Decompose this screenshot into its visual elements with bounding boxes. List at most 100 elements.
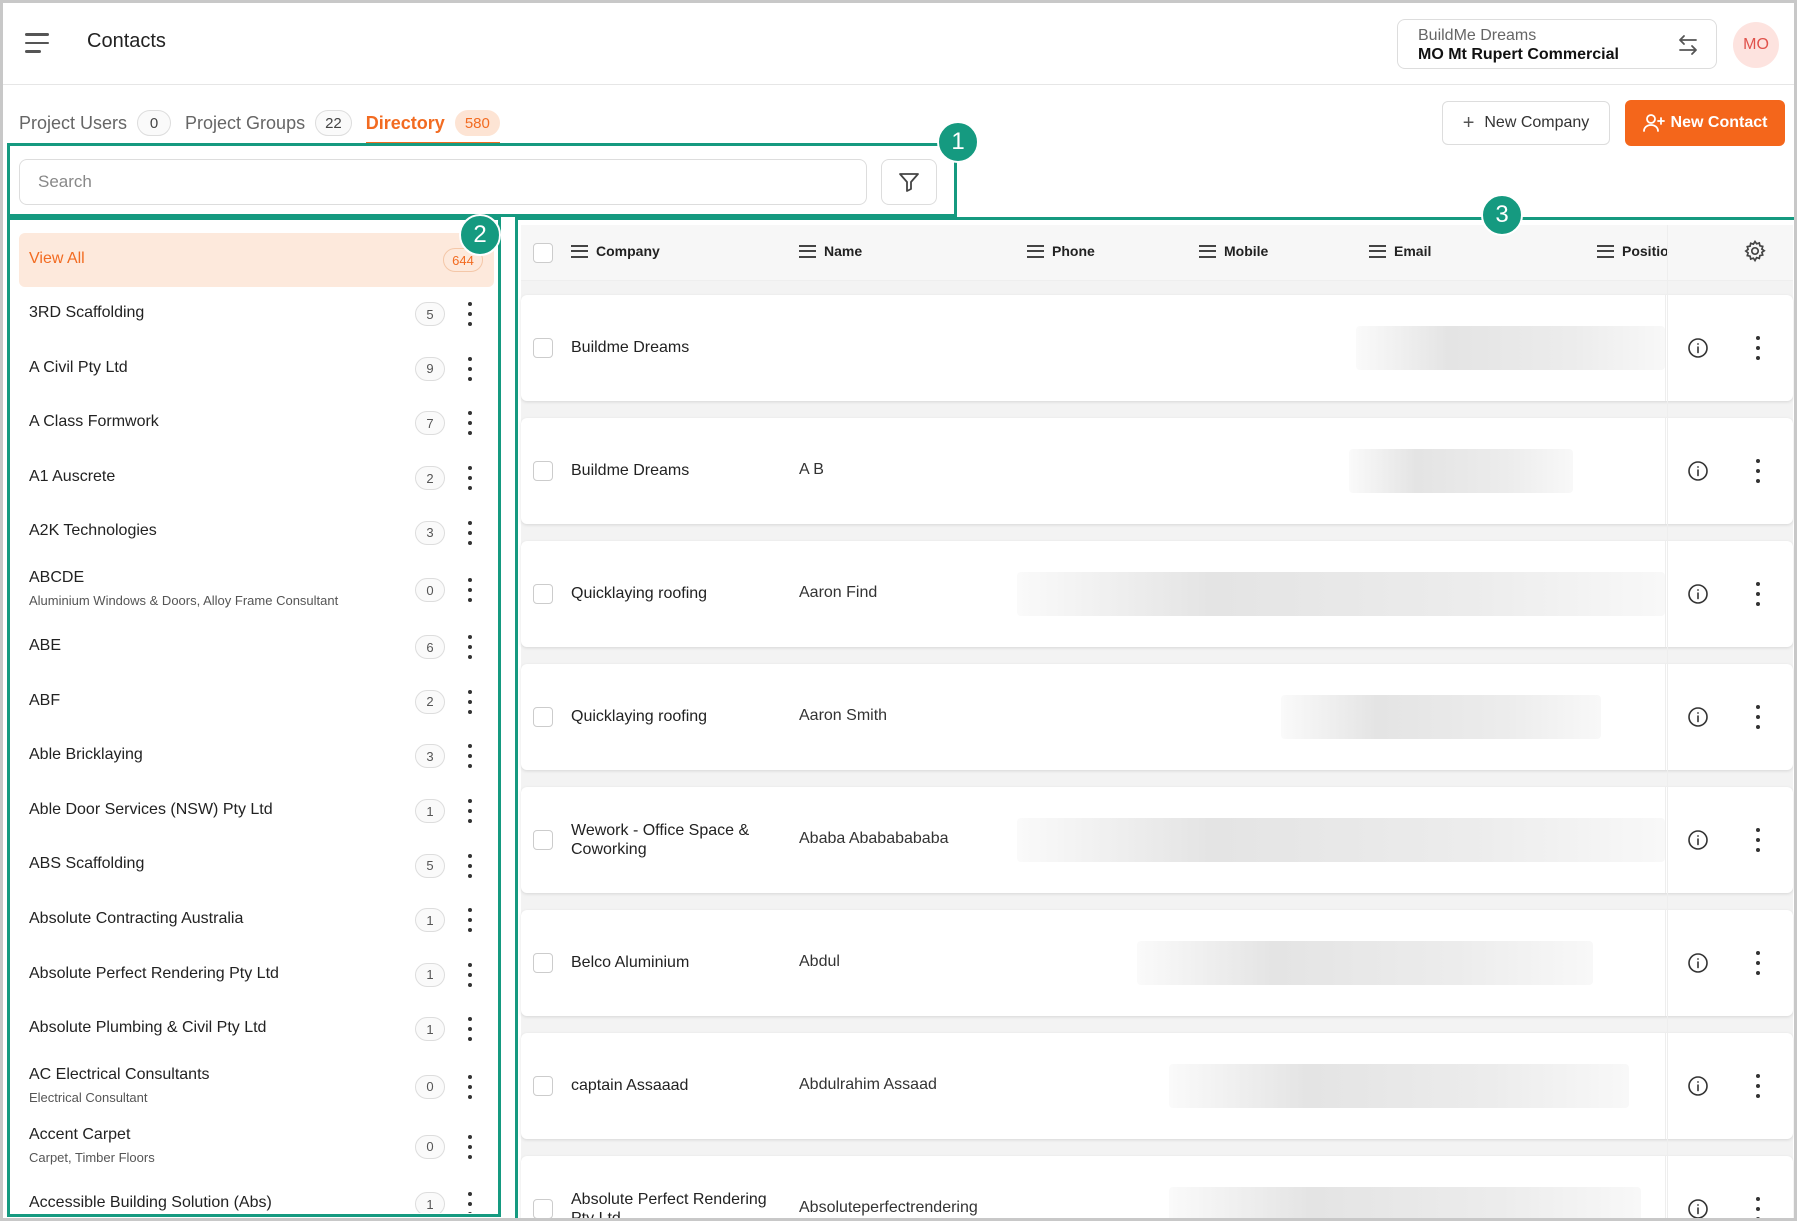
user-avatar[interactable]: MO xyxy=(1733,22,1779,68)
info-circle-icon[interactable] xyxy=(1687,1075,1709,1097)
info-circle-icon[interactable] xyxy=(1687,460,1709,482)
row-checkbox[interactable] xyxy=(533,461,553,481)
kebab-vertical-icon[interactable] xyxy=(1753,705,1763,729)
search-input[interactable] xyxy=(19,159,867,205)
sidebar-item-company[interactable]: Accessible Building Solution (Abs) 1 xyxy=(19,1177,494,1213)
row-checkbox[interactable] xyxy=(533,707,553,727)
row-checkbox[interactable] xyxy=(533,953,553,973)
table-row[interactable]: Absolute Perfect Rendering Pty Ltd Absolu… xyxy=(521,1156,1793,1220)
column-header-mobile[interactable]: Mobile xyxy=(1199,243,1268,259)
info-circle-icon[interactable] xyxy=(1687,337,1709,359)
column-header-company[interactable]: Company xyxy=(571,243,660,259)
column-header-phone[interactable]: Phone xyxy=(1027,243,1095,259)
sidebar-item-company[interactable]: ABE 6 xyxy=(19,620,494,675)
info-circle-icon[interactable] xyxy=(1687,1198,1709,1220)
tab-project-users[interactable]: Project Users 0 xyxy=(19,103,172,143)
project-org-label: BuildMe Dreams xyxy=(1418,27,1537,44)
kebab-vertical-icon[interactable] xyxy=(465,1134,475,1159)
sidebar-item-company[interactable]: Able Door Services (NSW) Pty Ltd 1 xyxy=(19,784,494,839)
sidebar-item-label: Absolute Contracting Australia xyxy=(29,910,244,927)
column-menu-icon xyxy=(799,244,816,258)
tab-label: Project Groups xyxy=(185,112,306,133)
table-row[interactable]: Quicklaying roofing Aaron Smith xyxy=(521,664,1793,770)
kebab-vertical-icon[interactable] xyxy=(465,520,475,545)
sidebar-item-company[interactable]: ABS Scaffolding 5 xyxy=(19,838,494,893)
kebab-vertical-icon[interactable] xyxy=(465,411,475,436)
tab-project-groups[interactable]: Project Groups 22 xyxy=(185,103,352,143)
gear-icon[interactable] xyxy=(1743,239,1767,263)
kebab-vertical-icon[interactable] xyxy=(1753,1074,1763,1098)
sidebar-item-company[interactable]: Accent Carpet Carpet, Timber Floors 0 xyxy=(19,1117,494,1177)
tab-directory[interactable]: Directory 580 xyxy=(365,103,500,145)
sidebar-item-company[interactable]: Absolute Plumbing & Civil Pty Ltd 1 xyxy=(19,1002,494,1057)
kebab-vertical-icon[interactable] xyxy=(1753,951,1763,975)
kebab-vertical-icon[interactable] xyxy=(465,1017,475,1042)
kebab-vertical-icon[interactable] xyxy=(465,302,475,327)
select-all-checkbox[interactable] xyxy=(533,243,553,263)
kebab-vertical-icon[interactable] xyxy=(465,744,475,769)
info-circle-icon[interactable] xyxy=(1687,706,1709,728)
kebab-vertical-icon[interactable] xyxy=(465,962,475,987)
table-row[interactable]: Wework - Office Space & Coworking Ababa A… xyxy=(521,787,1793,893)
hamburger-menu-icon[interactable] xyxy=(25,33,49,53)
sidebar-item-company[interactable]: Able Bricklaying 3 xyxy=(19,729,494,784)
new-company-button[interactable]: + New Company xyxy=(1442,101,1610,145)
kebab-vertical-icon[interactable] xyxy=(465,635,475,660)
sidebar-item-company[interactable]: Absolute Contracting Australia 1 xyxy=(19,893,494,948)
tab-count-badge: 580 xyxy=(454,110,500,136)
column-menu-icon xyxy=(1597,244,1614,258)
kebab-vertical-icon[interactable] xyxy=(465,1192,475,1213)
sidebar-item-company[interactable]: AC Electrical Consultants Electrical Cons… xyxy=(19,1057,494,1117)
column-header-name[interactable]: Name xyxy=(799,243,862,259)
kebab-vertical-icon[interactable] xyxy=(1753,459,1763,483)
kebab-vertical-icon[interactable] xyxy=(465,908,475,933)
kebab-vertical-icon[interactable] xyxy=(1753,1197,1763,1218)
sidebar-item-sublabel: Electrical Consultant xyxy=(29,1089,148,1105)
kebab-vertical-icon[interactable] xyxy=(1753,582,1763,606)
kebab-vertical-icon[interactable] xyxy=(465,853,475,878)
table-row[interactable]: Belco Aluminium Abdul xyxy=(521,910,1793,1016)
kebab-vertical-icon[interactable] xyxy=(465,356,475,381)
sidebar-item-label: A Class Formwork xyxy=(29,413,159,431)
kebab-vertical-icon[interactable] xyxy=(1753,336,1763,360)
sidebar-item-company[interactable]: ABCDE Aluminium Windows & Doors, Alloy Fr… xyxy=(19,560,494,620)
info-circle-icon[interactable] xyxy=(1687,952,1709,974)
kebab-vertical-icon[interactable] xyxy=(465,1074,475,1099)
sidebar-item-company[interactable]: ABF 2 xyxy=(19,675,494,730)
info-circle-icon[interactable] xyxy=(1687,583,1709,605)
sidebar-item-company[interactable]: Absolute Perfect Rendering Pty Ltd 1 xyxy=(19,948,494,1003)
sidebar-item-count: 1 xyxy=(415,908,445,933)
sidebar-item-company[interactable]: A Class Formwork 7 xyxy=(19,396,494,451)
new-contact-label: New Contact xyxy=(1670,114,1768,131)
table-row[interactable]: Quicklaying roofing Aaron Find xyxy=(521,541,1793,647)
kebab-vertical-icon[interactable] xyxy=(465,799,475,824)
tab-bar: Project Users 0 Project Groups 22 Direct… xyxy=(19,103,514,145)
kebab-vertical-icon[interactable] xyxy=(1753,828,1763,852)
sidebar-item-view-all[interactable]: View All 644 xyxy=(19,233,494,287)
table-row[interactable]: Buildme Dreams xyxy=(521,295,1793,401)
sidebar-item-company[interactable]: A Civil Pty Ltd 9 xyxy=(19,342,494,397)
project-switcher[interactable]: BuildMe Dreams MO Mt Rupert Commercial xyxy=(1397,19,1717,69)
row-checkbox[interactable] xyxy=(533,338,553,358)
sidebar-item-count: 2 xyxy=(415,466,445,491)
row-checkbox[interactable] xyxy=(533,1199,553,1218)
redacted-contact-details xyxy=(1356,326,1665,370)
sidebar-item-company[interactable]: A1 Auscrete 2 xyxy=(19,451,494,506)
row-checkbox[interactable] xyxy=(533,830,553,850)
row-checkbox[interactable] xyxy=(533,584,553,604)
tab-count-badge: 22 xyxy=(315,110,352,136)
table-row[interactable]: Buildme Dreams A B xyxy=(521,418,1793,524)
kebab-vertical-icon[interactable] xyxy=(465,578,475,602)
info-circle-icon[interactable] xyxy=(1687,829,1709,851)
filter-button[interactable] xyxy=(881,159,937,205)
new-contact-button[interactable]: New Contact xyxy=(1625,100,1785,146)
row-checkbox[interactable] xyxy=(533,1076,553,1096)
column-header-email[interactable]: Email xyxy=(1369,243,1431,259)
sidebar-item-label: Able Bricklaying xyxy=(29,746,143,764)
kebab-vertical-icon[interactable] xyxy=(465,466,475,491)
sidebar-item-company[interactable]: 3RD Scaffolding 5 xyxy=(19,287,494,342)
column-header-position[interactable]: Positio xyxy=(1597,243,1669,259)
sidebar-item-company[interactable]: A2K Technologies 3 xyxy=(19,505,494,560)
table-row[interactable]: captain Assaaad Abdulrahim Assaad xyxy=(521,1033,1793,1139)
kebab-vertical-icon[interactable] xyxy=(465,689,475,714)
